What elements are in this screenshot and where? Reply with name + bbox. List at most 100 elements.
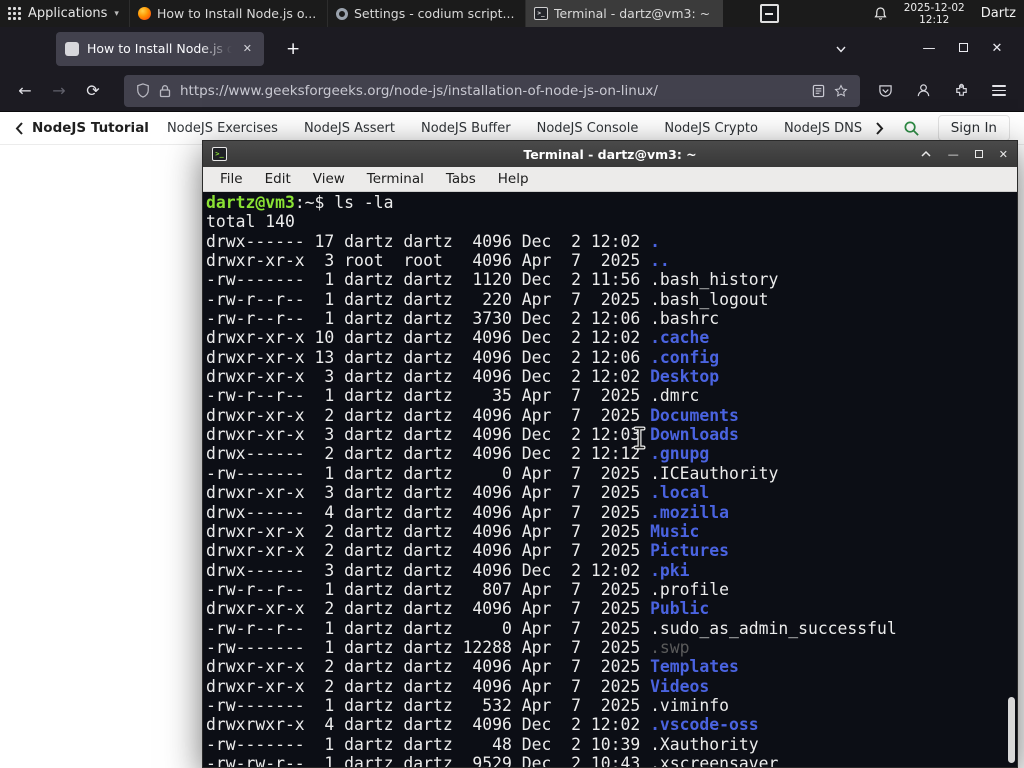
- extensions-icon[interactable]: [944, 76, 978, 106]
- pocket-icon[interactable]: [868, 76, 902, 106]
- menu-tabs[interactable]: Tabs: [435, 171, 487, 187]
- terminal-minimize-button[interactable]: —: [948, 148, 959, 161]
- terminal-close-button[interactable]: ✕: [999, 148, 1008, 161]
- taskbar-button[interactable]: How to Install Node.js o...: [128, 0, 327, 27]
- taskbar-button[interactable]: Settings - codium script...: [326, 0, 525, 27]
- ls-row-meta: -rw-rw-r-- 1 dartz dartz 9529 Dec 2 10:4…: [206, 753, 651, 767]
- terminal-total-line: total 140: [206, 212, 295, 232]
- terminal-ls-row: -rw-r--r-- 1 dartz dartz 220 Apr 7 2025 …: [206, 290, 1017, 309]
- url-text[interactable]: https://www.geeksforgeeks.org/node-js/in…: [180, 83, 803, 99]
- terminal-ls-row: -rw-r--r-- 1 dartz dartz 35 Apr 7 2025 .…: [206, 386, 1017, 405]
- menu-file[interactable]: File: [209, 171, 254, 187]
- terminal-ls-row: drwxr-xr-x 2 dartz dartz 4096 Apr 7 2025…: [206, 657, 1017, 676]
- ls-row-name: Public: [650, 599, 710, 619]
- ls-row-name: .Xauthority: [650, 734, 759, 754]
- site-nav-items: NodeJS Exercises NodeJS Assert NodeJS Buff…: [167, 121, 867, 136]
- browser-tab-active[interactable]: How to Install Node.js on... ✕: [56, 31, 264, 66]
- back-button[interactable]: ←: [8, 76, 42, 106]
- taskbar: How to Install Node.js o... Settings - co…: [128, 0, 723, 27]
- menu-terminal[interactable]: Terminal: [356, 171, 435, 187]
- ls-row-meta: -rw------- 1 dartz dartz 532 Apr 7 2025: [206, 695, 651, 715]
- site-nav-item[interactable]: NodeJS Assert: [304, 121, 395, 136]
- ls-row-name: .ICEauthority: [650, 463, 779, 483]
- terminal-window: >_ Terminal - dartz@vm3: ~ — ✕ File Edit V…: [202, 140, 1018, 768]
- account-icon[interactable]: [906, 76, 940, 106]
- lock-icon[interactable]: [159, 84, 171, 98]
- site-nav-item[interactable]: NodeJS DNS: [784, 121, 862, 136]
- ls-row-meta: drwxr-xr-x 13 dartz dartz 4096 Dec 2 12:…: [206, 347, 651, 367]
- terminal-ls-row: -rw------- 1 dartz dartz 532 Apr 7 2025 …: [206, 696, 1017, 715]
- menu-help[interactable]: Help: [487, 171, 540, 187]
- reader-view-icon[interactable]: [812, 84, 825, 98]
- menu-hamburger-icon[interactable]: [982, 76, 1016, 106]
- bookmark-star-icon[interactable]: [834, 83, 848, 98]
- ls-row-meta: drwxrwxr-x 4 dartz dartz 4096 Dec 2 12:0…: [206, 715, 651, 735]
- ls-row-meta: drwxr-xr-x 2 dartz dartz 4096 Apr 7 2025: [206, 521, 651, 541]
- panel-username[interactable]: Dartz: [981, 6, 1016, 21]
- site-nav-item[interactable]: NodeJS Console: [537, 121, 639, 136]
- sign-in-button[interactable]: Sign In: [937, 115, 1010, 141]
- chevron-down-icon: ▾: [114, 8, 119, 19]
- ls-row-meta: drwxr-xr-x 2 dartz dartz 4096 Apr 7 2025: [206, 599, 651, 619]
- shield-icon[interactable]: [136, 83, 150, 98]
- ls-row-name: .xscreensaver: [650, 753, 779, 767]
- ls-row-name: Videos: [650, 676, 710, 696]
- terminal-title-bar[interactable]: >_ Terminal - dartz@vm3: ~ — ✕: [203, 141, 1017, 167]
- panel-right-cluster: 2025-12-02 12:12 Dartz: [759, 2, 1024, 26]
- forward-button[interactable]: →: [42, 76, 76, 106]
- site-nav-chevron-left-icon[interactable]: [14, 121, 24, 136]
- new-tab-button[interactable]: +: [278, 37, 308, 61]
- ls-row-meta: drwxr-xr-x 3 root root 4096 Apr 7 2025: [206, 251, 651, 271]
- terminal-ls-row: drwx------ 3 dartz dartz 4096 Dec 2 12:0…: [206, 561, 1017, 580]
- site-nav-item-active[interactable]: NodeJS Tutorial: [32, 120, 149, 136]
- applications-menu-button[interactable]: Applications ▾: [0, 0, 129, 27]
- terminal-ls-row: drwxr-xr-x 13 dartz dartz 4096 Dec 2 12:…: [206, 348, 1017, 367]
- ibeam-cursor: [632, 426, 647, 454]
- maximize-button[interactable]: [946, 41, 980, 56]
- tab-favicon: [65, 41, 79, 56]
- ls-row-name: .config: [650, 347, 720, 367]
- reload-button[interactable]: ⟳: [76, 76, 110, 106]
- terminal-ls-row: -rw------- 1 dartz dartz 1120 Dec 2 11:5…: [206, 270, 1017, 289]
- notification-bell-icon[interactable]: [873, 6, 888, 22]
- site-search-icon[interactable]: [903, 120, 920, 137]
- taskbar-button-label: Terminal - dartz@vm3: ~: [553, 6, 711, 21]
- ls-row-meta: -rw------- 1 dartz dartz 0 Apr 7 2025: [206, 463, 651, 483]
- close-button[interactable]: ✕: [980, 41, 1014, 56]
- ls-row-name: .bash_logout: [650, 289, 769, 309]
- ls-row-name: .bash_history: [650, 270, 779, 290]
- terminal-ls-row: drwxr-xr-x 10 dartz dartz 4096 Dec 2 12:…: [206, 328, 1017, 347]
- site-nav-item[interactable]: NodeJS Crypto: [664, 121, 758, 136]
- site-nav-chevron-right-icon[interactable]: [875, 121, 885, 136]
- shade-window-icon[interactable]: [920, 149, 932, 159]
- tab-close-icon[interactable]: ✕: [240, 40, 255, 57]
- menu-view[interactable]: View: [302, 171, 356, 187]
- site-nav-item[interactable]: NodeJS Buffer: [421, 121, 511, 136]
- ls-row-meta: drwxr-xr-x 2 dartz dartz 4096 Apr 7 2025: [206, 405, 651, 425]
- minimize-button[interactable]: —: [912, 41, 946, 56]
- terminal-ls-row: drwxrwxr-x 4 dartz dartz 4096 Dec 2 12:0…: [206, 715, 1017, 734]
- menu-edit[interactable]: Edit: [254, 171, 302, 187]
- ls-row-meta: -rw-r--r-- 1 dartz dartz 807 Apr 7 2025: [206, 579, 651, 599]
- address-bar[interactable]: https://www.geeksforgeeks.org/node-js/in…: [124, 74, 860, 107]
- ls-row-name: ..: [650, 251, 670, 271]
- list-all-tabs-icon[interactable]: [834, 42, 868, 56]
- panel-clock[interactable]: 2025-12-02 12:12: [904, 2, 965, 26]
- site-nav-item[interactable]: NodeJS Exercises: [167, 121, 278, 136]
- ls-row-meta: drwxr-xr-x 10 dartz dartz 4096 Dec 2 12:…: [206, 328, 651, 348]
- firefox-icon: [137, 7, 151, 20]
- terminal-output: dartz@vm3:~$ ls -la total 140 drwx------ 1…: [203, 192, 1017, 767]
- tray-app-icon[interactable]: [759, 4, 779, 23]
- prompt-user-host: dartz@vm3: [206, 193, 295, 212]
- ls-row-meta: -rw-r--r-- 1 dartz dartz 220 Apr 7 2025: [206, 289, 651, 309]
- terminal-scrollbar-thumb[interactable]: [1008, 697, 1015, 763]
- ls-row-meta: drwxr-xr-x 2 dartz dartz 4096 Apr 7 2025: [206, 541, 651, 561]
- taskbar-button[interactable]: >_ Terminal - dartz@vm3: ~: [524, 0, 723, 27]
- terminal-ls-row: drwxr-xr-x 2 dartz dartz 4096 Apr 7 2025…: [206, 406, 1017, 425]
- ls-row-meta: drwx------ 3 dartz dartz 4096 Dec 2 12:0…: [206, 560, 651, 580]
- terminal-maximize-button[interactable]: [974, 148, 983, 161]
- ls-row-name: .: [650, 231, 660, 251]
- terminal-window-controls: — ✕: [920, 148, 1008, 161]
- terminal-icon: >_: [533, 7, 548, 20]
- terminal-content[interactable]: dartz@vm3:~$ ls -la total 140 drwx------ 1…: [203, 192, 1017, 767]
